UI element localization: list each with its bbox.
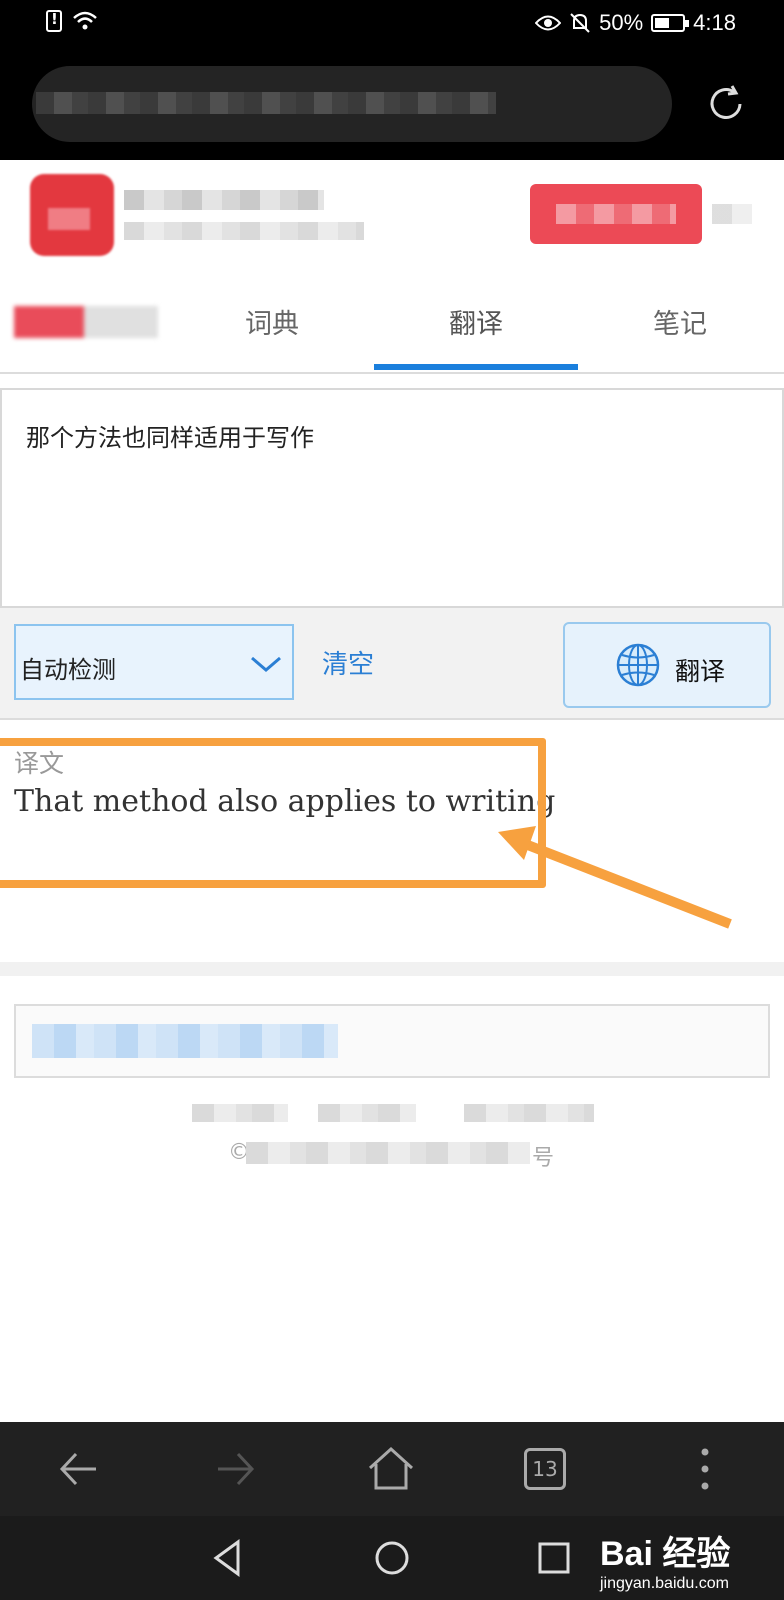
translate-button[interactable]: 翻译 <box>563 622 771 708</box>
url-field[interactable] <box>32 66 672 142</box>
browser-toolbar: 13 <box>0 1422 784 1516</box>
globe-icon <box>616 643 660 687</box>
annotation-highlight-box <box>0 738 546 888</box>
clear-button[interactable]: 清空 <box>322 644 374 681</box>
tab-label: 笔记 <box>653 308 707 340</box>
back-arrow-icon[interactable] <box>54 1444 104 1494</box>
language-select-value: 自动检测 <box>20 656 116 684</box>
tab-obscured[interactable] <box>14 306 158 338</box>
chevron-down-icon <box>251 656 281 672</box>
watermark-domain: jingyan.baidu.com <box>600 1575 729 1592</box>
tab-dictionary[interactable]: 词典 <box>170 270 374 372</box>
baidu-jingyan-watermark: Bai 经验 jingyan.baidu.com <box>600 1526 730 1593</box>
more-menu-icon[interactable] <box>680 1444 730 1494</box>
header-action-button[interactable] <box>530 184 702 244</box>
tab-translate[interactable]: 翻译 <box>374 270 578 372</box>
bell-off-icon <box>570 13 590 33</box>
battery-icon <box>651 14 690 32</box>
nav-home-icon[interactable] <box>370 1536 414 1580</box>
nav-back-icon[interactable] <box>206 1536 250 1580</box>
battery-percent: 50% <box>599 10 644 35</box>
sim-alert-icon <box>46 10 62 32</box>
tab-label: 词典 <box>245 308 299 340</box>
eye-icon <box>535 15 562 31</box>
translation-result: 译文 That method also applies to writing <box>0 720 784 962</box>
clock: 4:18 <box>693 10 736 35</box>
tab-label: 翻译 <box>449 308 503 340</box>
footer-link-box[interactable] <box>14 1004 770 1078</box>
watermark-brand: Bai 经验 <box>600 1535 731 1573</box>
source-text-input[interactable]: 那个方法也同样适用于写作 <box>0 388 784 608</box>
tab-bar: 词典 翻译 笔记 <box>0 270 784 374</box>
source-text: 那个方法也同样适用于写作 <box>26 424 314 452</box>
active-tab-indicator <box>374 364 578 370</box>
footer-record-suffix: 号 <box>532 1146 555 1171</box>
wifi-icon <box>73 11 97 30</box>
site-header <box>0 160 784 270</box>
system-navigation-bar: Bai 经验 jingyan.baidu.com <box>0 1516 784 1600</box>
tabs-count-button[interactable]: 13 <box>524 1448 566 1490</box>
home-icon[interactable] <box>366 1444 416 1494</box>
tab-notes[interactable]: 笔记 <box>578 270 782 372</box>
status-bar: 50% 4:18 <box>0 0 784 48</box>
reload-icon[interactable] <box>704 82 748 126</box>
browser-address-bar <box>0 48 784 160</box>
annotation-arrow-icon <box>498 826 732 929</box>
language-select[interactable]: 自动检测 <box>14 624 294 700</box>
forward-arrow-icon[interactable] <box>210 1444 260 1494</box>
section-divider <box>0 962 784 976</box>
translate-button-label: 翻译 <box>675 657 726 686</box>
nav-recents-icon[interactable] <box>532 1536 576 1580</box>
translate-controls: 自动检测 清空 翻译 <box>0 608 784 720</box>
tabs-count: 13 <box>532 1457 558 1481</box>
site-logo[interactable] <box>30 174 114 256</box>
